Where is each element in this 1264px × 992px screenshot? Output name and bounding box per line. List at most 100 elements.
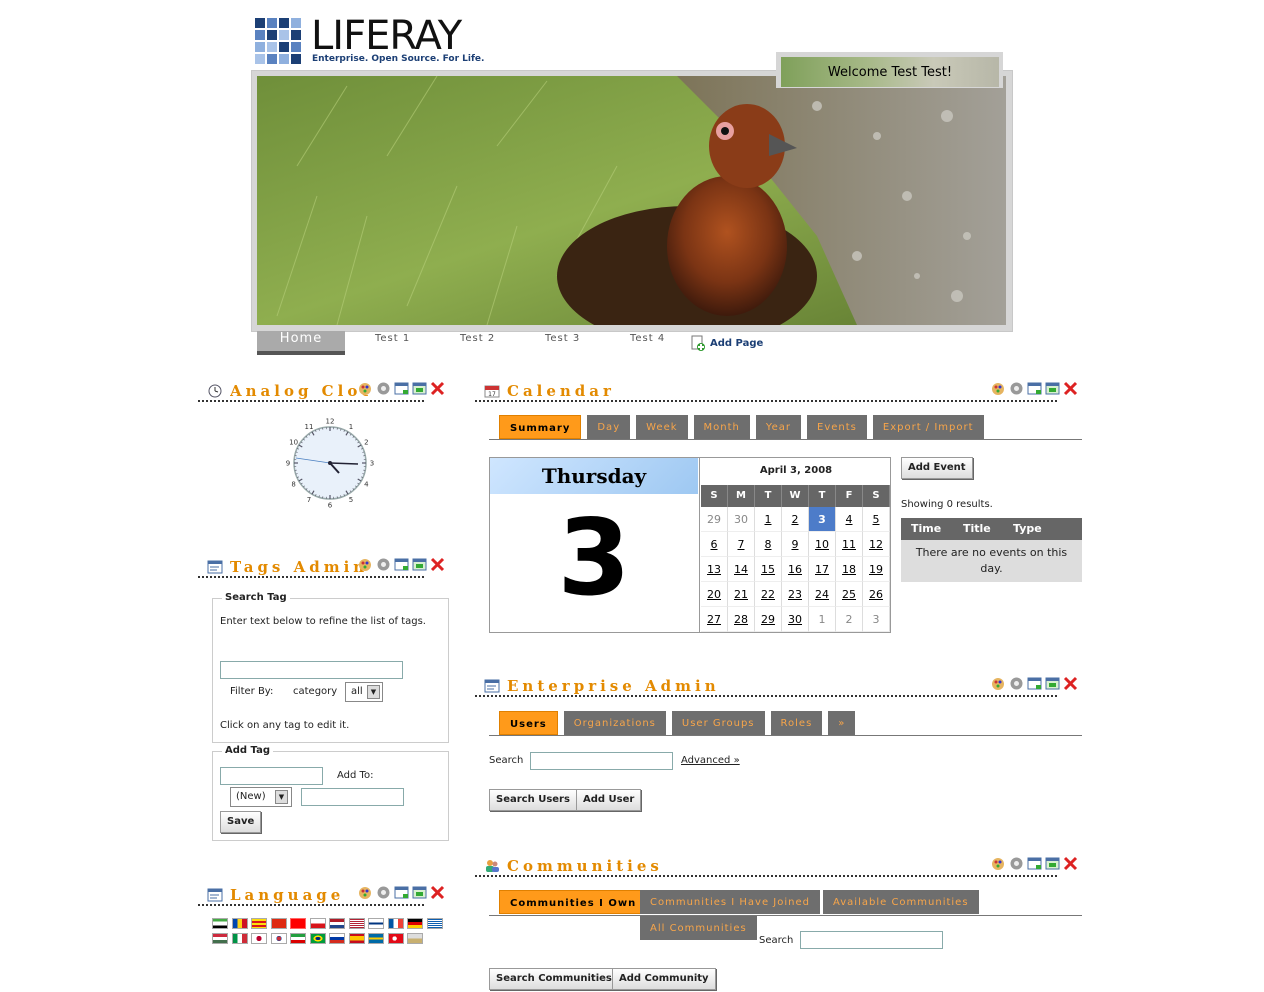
flag-moldova-icon[interactable] bbox=[231, 918, 248, 929]
maximize-icon[interactable] bbox=[412, 885, 427, 900]
close-icon[interactable] bbox=[1063, 381, 1078, 396]
tab-year[interactable]: Year bbox=[755, 415, 802, 439]
minimize-icon[interactable] bbox=[394, 381, 409, 396]
tab-users[interactable]: Users bbox=[499, 711, 558, 735]
calendar-day[interactable]: 26 bbox=[863, 582, 890, 607]
tab-roles[interactable]: Roles bbox=[770, 711, 823, 735]
flag-iran-icon[interactable] bbox=[290, 933, 306, 944]
minimize-icon[interactable] bbox=[1027, 856, 1042, 871]
calendar-day[interactable]: 5 bbox=[863, 507, 890, 532]
calendar-day[interactable]: 24 bbox=[809, 582, 836, 607]
maximize-icon[interactable] bbox=[412, 381, 427, 396]
configuration-gear-icon[interactable] bbox=[1009, 676, 1024, 691]
welcome-message[interactable]: Welcome Test Test! bbox=[781, 57, 999, 87]
search-tag-input[interactable] bbox=[220, 661, 403, 679]
look-feel-icon[interactable] bbox=[358, 381, 373, 396]
calendar-day-today[interactable]: 3 bbox=[809, 507, 836, 532]
tab-week[interactable]: Week bbox=[636, 415, 688, 439]
users-search-input[interactable] bbox=[530, 752, 673, 770]
flag-czech-icon[interactable] bbox=[309, 918, 326, 929]
calendar-day[interactable]: 1 bbox=[755, 507, 782, 532]
look-feel-icon[interactable] bbox=[358, 885, 373, 900]
flag-turkey-icon[interactable] bbox=[387, 933, 404, 944]
calendar-day[interactable]: 2 bbox=[782, 507, 809, 532]
flag-finland-icon[interactable] bbox=[368, 918, 384, 929]
calendar-day[interactable]: 25 bbox=[836, 582, 863, 607]
calendar-day[interactable]: 29 bbox=[755, 607, 782, 632]
calendar-day[interactable]: 18 bbox=[836, 557, 863, 582]
calendar-day[interactable]: 20 bbox=[701, 582, 728, 607]
tab-available-communities[interactable]: Available Communities bbox=[823, 890, 979, 914]
close-icon[interactable] bbox=[1063, 856, 1078, 871]
save-tag-button[interactable]: Save bbox=[220, 811, 262, 833]
close-icon[interactable] bbox=[430, 381, 445, 396]
minimize-icon[interactable] bbox=[1027, 676, 1042, 691]
liferay-logo[interactable]: LIFERAY Enterprise. Open Source. For Lif… bbox=[255, 14, 484, 66]
flag-netherlands-icon[interactable] bbox=[329, 918, 345, 929]
look-feel-icon[interactable] bbox=[991, 676, 1006, 691]
maximize-icon[interactable] bbox=[1045, 381, 1060, 396]
calendar-day[interactable]: 27 bbox=[701, 607, 728, 632]
calendar-day[interactable]: 4 bbox=[836, 507, 863, 532]
flag-brazil-icon[interactable] bbox=[309, 933, 326, 944]
calendar-day[interactable]: 22 bbox=[755, 582, 782, 607]
flag-spain-icon[interactable] bbox=[348, 933, 365, 944]
close-icon[interactable] bbox=[1063, 676, 1078, 691]
tab-communities-i-have-joined[interactable]: Communities I Have Joined bbox=[640, 890, 820, 914]
add-tag-name-input[interactable] bbox=[220, 767, 323, 785]
flag-greece-icon[interactable] bbox=[426, 918, 443, 929]
minimize-icon[interactable] bbox=[394, 885, 409, 900]
calendar-day[interactable]: 10 bbox=[809, 532, 836, 557]
calendar-day[interactable]: 8 bbox=[755, 532, 782, 557]
add-to-input[interactable] bbox=[301, 788, 404, 806]
tab-export-import[interactable]: Export / Import bbox=[872, 415, 984, 439]
tab-more[interactable]: » bbox=[828, 711, 856, 735]
tab-summary[interactable]: Summary bbox=[499, 415, 582, 439]
search-communities-button[interactable]: Search Communities bbox=[489, 968, 619, 990]
flag-korea-icon[interactable] bbox=[270, 933, 287, 944]
flag-japan-icon[interactable] bbox=[251, 933, 267, 944]
tab-organizations[interactable]: Organizations bbox=[563, 711, 666, 735]
flag-usa-icon[interactable] bbox=[348, 918, 365, 929]
flag-russia-icon[interactable] bbox=[329, 933, 345, 944]
nav-test-2[interactable]: Test 2 bbox=[460, 333, 495, 355]
maximize-icon[interactable] bbox=[412, 557, 427, 572]
configuration-gear-icon[interactable] bbox=[1009, 381, 1024, 396]
tab-user-groups[interactable]: User Groups bbox=[671, 711, 765, 735]
add-event-button[interactable]: Add Event bbox=[901, 457, 973, 479]
minimize-icon[interactable] bbox=[1027, 381, 1042, 396]
look-feel-icon[interactable] bbox=[991, 381, 1006, 396]
calendar-day[interactable]: 7 bbox=[728, 532, 755, 557]
calendar-day[interactable]: 15 bbox=[755, 557, 782, 582]
add-user-button[interactable]: Add User bbox=[576, 789, 642, 811]
flag-other-icon[interactable] bbox=[407, 933, 423, 944]
flag-arabic-icon[interactable] bbox=[212, 918, 228, 929]
configuration-gear-icon[interactable] bbox=[1009, 856, 1024, 871]
search-users-button[interactable]: Search Users bbox=[489, 789, 577, 811]
maximize-icon[interactable] bbox=[1045, 856, 1060, 871]
configuration-gear-icon[interactable] bbox=[376, 381, 391, 396]
maximize-icon[interactable] bbox=[1045, 676, 1060, 691]
flag-france-icon[interactable] bbox=[387, 918, 404, 929]
calendar-day[interactable]: 6 bbox=[701, 532, 728, 557]
tab-day[interactable]: Day bbox=[587, 415, 631, 439]
flag-taiwan-icon[interactable] bbox=[290, 918, 306, 929]
calendar-day[interactable]: 12 bbox=[863, 532, 890, 557]
flag-germany-icon[interactable] bbox=[407, 918, 423, 929]
close-icon[interactable] bbox=[430, 885, 445, 900]
calendar-day[interactable]: 16 bbox=[782, 557, 809, 582]
calendar-day[interactable]: 17 bbox=[809, 557, 836, 582]
close-icon[interactable] bbox=[430, 557, 445, 572]
flag-hungary-icon[interactable] bbox=[212, 933, 228, 944]
calendar-day[interactable]: 23 bbox=[782, 582, 809, 607]
calendar-day[interactable]: 9 bbox=[782, 532, 809, 557]
look-feel-icon[interactable] bbox=[991, 856, 1006, 871]
tab-communities-i-own[interactable]: Communities I Own bbox=[499, 890, 648, 914]
tab-all-communities[interactable]: All Communities bbox=[640, 916, 757, 940]
look-feel-icon[interactable] bbox=[358, 557, 373, 572]
calendar-day[interactable]: 19 bbox=[863, 557, 890, 582]
flag-china-icon[interactable] bbox=[270, 918, 287, 929]
add-community-button[interactable]: Add Community bbox=[612, 968, 716, 990]
minimize-icon[interactable] bbox=[394, 557, 409, 572]
nav-test-3[interactable]: Test 3 bbox=[545, 333, 580, 355]
